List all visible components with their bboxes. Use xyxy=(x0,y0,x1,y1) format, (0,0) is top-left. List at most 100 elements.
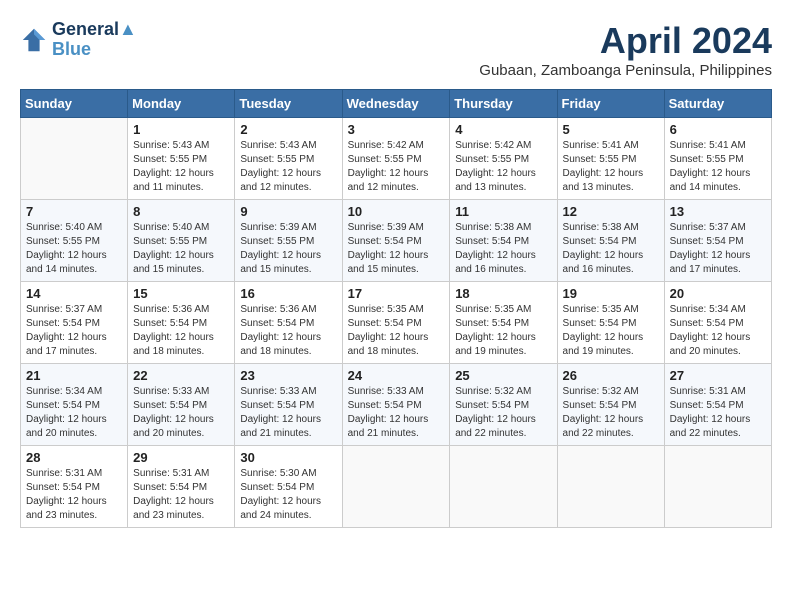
calendar-cell: 17 Sunrise: 5:35 AMSunset: 5:54 PMDayligh… xyxy=(342,282,450,364)
day-info: Sunrise: 5:41 AMSunset: 5:55 PMDaylight:… xyxy=(563,139,659,195)
weekday-header-tuesday: Tuesday xyxy=(235,90,342,118)
day-number: 5 xyxy=(563,122,659,137)
day-info: Sunrise: 5:34 AMSunset: 5:54 PMDaylight:… xyxy=(26,385,122,441)
calendar-cell: 2Sunrise: 5:43 AMSunset: 5:55 PMDaylight… xyxy=(235,118,342,200)
day-info: Sunrise: 5:30 AMSunset: 5:54 PMDaylight:… xyxy=(240,467,336,523)
calendar-cell: 21 Sunrise: 5:34 AMSunset: 5:54 PMDayligh… xyxy=(21,364,128,446)
day-number: 16 xyxy=(240,286,336,301)
location-subtitle: Gubaan, Zamboanga Peninsula, Philippines xyxy=(479,62,772,79)
day-number: 9 xyxy=(240,204,336,219)
calendar-cell: 11 Sunrise: 5:38 AMSunset: 5:54 PMDayligh… xyxy=(450,200,557,282)
day-info: Sunrise: 5:32 AMSunset: 5:54 PMDaylight:… xyxy=(455,385,551,441)
day-info: Sunrise: 5:37 AMSunset: 5:54 PMDaylight:… xyxy=(26,303,122,359)
calendar-cell: 8 Sunrise: 5:40 AMSunset: 5:55 PMDaylight… xyxy=(128,200,235,282)
day-number: 23 xyxy=(240,368,336,383)
day-info: Sunrise: 5:41 AMSunset: 5:55 PMDaylight:… xyxy=(670,139,766,195)
day-number: 7 xyxy=(26,204,122,219)
day-number: 18 xyxy=(455,286,551,301)
day-info: Sunrise: 5:37 AMSunset: 5:54 PMDaylight:… xyxy=(670,221,766,277)
title-block: April 2024 Gubaan, Zamboanga Peninsula, … xyxy=(479,20,772,79)
calendar-cell: 16 Sunrise: 5:36 AMSunset: 5:54 PMDayligh… xyxy=(235,282,342,364)
day-number: 14 xyxy=(26,286,122,301)
calendar-cell: 3 Sunrise: 5:42 AMSunset: 5:55 PMDaylight… xyxy=(342,118,450,200)
calendar-cell: 19 Sunrise: 5:35 AMSunset: 5:54 PMDayligh… xyxy=(557,282,664,364)
calendar-cell: 20 Sunrise: 5:34 AMSunset: 5:54 PMDayligh… xyxy=(664,282,771,364)
day-info: Sunrise: 5:38 AMSunset: 5:54 PMDaylight:… xyxy=(455,221,551,277)
day-info: Sunrise: 5:31 AMSunset: 5:54 PMDaylight:… xyxy=(26,467,122,523)
calendar-cell: 4Sunrise: 5:42 AMSunset: 5:55 PMDaylight… xyxy=(450,118,557,200)
day-info: Sunrise: 5:40 AMSunset: 5:55 PMDaylight:… xyxy=(26,221,122,277)
day-number: 13 xyxy=(670,204,766,219)
calendar-cell xyxy=(664,446,771,528)
day-number: 2 xyxy=(240,122,336,137)
day-number: 27 xyxy=(670,368,766,383)
day-number: 8 xyxy=(133,204,229,219)
calendar-cell: 7 Sunrise: 5:40 AMSunset: 5:55 PMDaylight… xyxy=(21,200,128,282)
day-info: Sunrise: 5:39 AMSunset: 5:55 PMDaylight:… xyxy=(240,221,336,277)
calendar-cell: 15Sunrise: 5:36 AMSunset: 5:54 PMDayligh… xyxy=(128,282,235,364)
logo: General▲ Blue xyxy=(20,20,137,60)
day-number: 11 xyxy=(455,204,551,219)
day-number: 3 xyxy=(348,122,445,137)
day-info: Sunrise: 5:38 AMSunset: 5:54 PMDaylight:… xyxy=(563,221,659,277)
page-header: General▲ Blue April 2024 Gubaan, Zamboan… xyxy=(20,20,772,79)
calendar-cell: 5 Sunrise: 5:41 AMSunset: 5:55 PMDaylight… xyxy=(557,118,664,200)
calendar-cell: 1Sunrise: 5:43 AMSunset: 5:55 PMDaylight… xyxy=(128,118,235,200)
calendar-week-row: 14 Sunrise: 5:37 AMSunset: 5:54 PMDayligh… xyxy=(21,282,772,364)
day-info: Sunrise: 5:34 AMSunset: 5:54 PMDaylight:… xyxy=(670,303,766,359)
weekday-header-sunday: Sunday xyxy=(21,90,128,118)
calendar-header-row: SundayMondayTuesdayWednesdayThursdayFrid… xyxy=(21,90,772,118)
calendar-cell: 23Sunrise: 5:33 AMSunset: 5:54 PMDayligh… xyxy=(235,364,342,446)
day-number: 4 xyxy=(455,122,551,137)
logo-text: General▲ Blue xyxy=(52,20,137,60)
day-info: Sunrise: 5:35 AMSunset: 5:54 PMDaylight:… xyxy=(455,303,551,359)
calendar-cell: 12 Sunrise: 5:38 AMSunset: 5:54 PMDayligh… xyxy=(557,200,664,282)
weekday-header-monday: Monday xyxy=(128,90,235,118)
day-number: 30 xyxy=(240,450,336,465)
calendar-cell: 24Sunrise: 5:33 AMSunset: 5:54 PMDayligh… xyxy=(342,364,450,446)
day-number: 21 xyxy=(26,368,122,383)
day-number: 15 xyxy=(133,286,229,301)
calendar-cell: 6Sunrise: 5:41 AMSunset: 5:55 PMDaylight… xyxy=(664,118,771,200)
day-info: Sunrise: 5:33 AMSunset: 5:54 PMDaylight:… xyxy=(133,385,229,441)
calendar-cell xyxy=(21,118,128,200)
day-number: 10 xyxy=(348,204,445,219)
calendar-body: 1Sunrise: 5:43 AMSunset: 5:55 PMDaylight… xyxy=(21,118,772,528)
day-number: 17 xyxy=(348,286,445,301)
day-info: Sunrise: 5:40 AMSunset: 5:55 PMDaylight:… xyxy=(133,221,229,277)
day-number: 25 xyxy=(455,368,551,383)
day-number: 20 xyxy=(670,286,766,301)
calendar-cell: 13 Sunrise: 5:37 AMSunset: 5:54 PMDayligh… xyxy=(664,200,771,282)
day-info: Sunrise: 5:42 AMSunset: 5:55 PMDaylight:… xyxy=(348,139,445,195)
calendar-cell: 10 Sunrise: 5:39 AMSunset: 5:54 PMDayligh… xyxy=(342,200,450,282)
day-number: 22 xyxy=(133,368,229,383)
calendar-cell: 30 Sunrise: 5:30 AMSunset: 5:54 PMDayligh… xyxy=(235,446,342,528)
calendar-cell xyxy=(342,446,450,528)
day-info: Sunrise: 5:35 AMSunset: 5:54 PMDaylight:… xyxy=(563,303,659,359)
day-info: Sunrise: 5:31 AMSunset: 5:54 PMDaylight:… xyxy=(133,467,229,523)
day-number: 1 xyxy=(133,122,229,137)
day-info: Sunrise: 5:35 AMSunset: 5:54 PMDaylight:… xyxy=(348,303,445,359)
weekday-header-wednesday: Wednesday xyxy=(342,90,450,118)
month-title: April 2024 xyxy=(479,20,772,62)
weekday-header-thursday: Thursday xyxy=(450,90,557,118)
calendar-week-row: 21 Sunrise: 5:34 AMSunset: 5:54 PMDayligh… xyxy=(21,364,772,446)
weekday-header-saturday: Saturday xyxy=(664,90,771,118)
calendar-cell: 27 Sunrise: 5:31 AMSunset: 5:54 PMDayligh… xyxy=(664,364,771,446)
calendar-cell: 25 Sunrise: 5:32 AMSunset: 5:54 PMDayligh… xyxy=(450,364,557,446)
day-number: 19 xyxy=(563,286,659,301)
day-info: Sunrise: 5:31 AMSunset: 5:54 PMDaylight:… xyxy=(670,385,766,441)
calendar-week-row: 7 Sunrise: 5:40 AMSunset: 5:55 PMDaylight… xyxy=(21,200,772,282)
logo-icon xyxy=(20,26,48,54)
day-info: Sunrise: 5:39 AMSunset: 5:54 PMDaylight:… xyxy=(348,221,445,277)
calendar-cell: 9 Sunrise: 5:39 AMSunset: 5:55 PMDaylight… xyxy=(235,200,342,282)
day-number: 29 xyxy=(133,450,229,465)
day-info: Sunrise: 5:33 AMSunset: 5:54 PMDaylight:… xyxy=(348,385,445,441)
calendar-cell xyxy=(450,446,557,528)
day-info: Sunrise: 5:32 AMSunset: 5:54 PMDaylight:… xyxy=(563,385,659,441)
weekday-header-friday: Friday xyxy=(557,90,664,118)
day-number: 12 xyxy=(563,204,659,219)
day-info: Sunrise: 5:36 AMSunset: 5:54 PMDaylight:… xyxy=(240,303,336,359)
calendar-table: SundayMondayTuesdayWednesdayThursdayFrid… xyxy=(20,89,772,528)
calendar-cell: 22 Sunrise: 5:33 AMSunset: 5:54 PMDayligh… xyxy=(128,364,235,446)
